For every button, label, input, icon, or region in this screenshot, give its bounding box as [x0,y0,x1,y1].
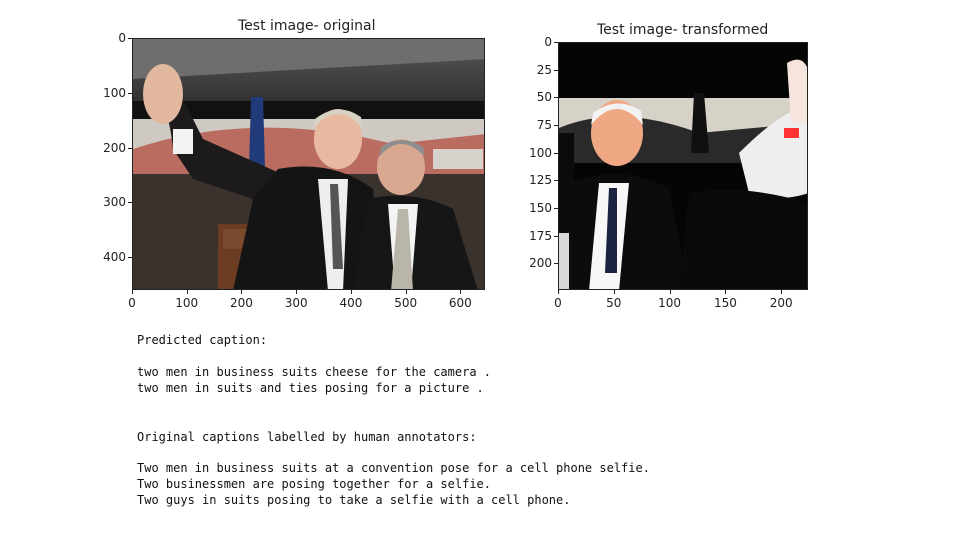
right-y-tick-label: 125 [529,173,552,188]
right-y-tick-label: 150 [529,201,552,216]
left-y-tick-label: 0 [118,31,126,45]
original-caption-line: Two men in business suits at a conventio… [137,461,650,475]
left-x-tick-mark [241,290,243,294]
left-y-tick-mark [128,257,132,259]
left-x-tick-label: 600 [448,296,472,310]
left-y-tick-mark [128,92,132,94]
right-x-tick-label: 200 [769,296,793,310]
right-y-tick-mark [554,97,558,99]
left-x-tick-mark [350,290,352,294]
right-x-tick-mark [725,290,727,294]
right-y-tick-label: 75 [536,118,552,133]
right-y-tick-label: 175 [529,228,552,243]
left-y-tick-label: 400 [103,250,126,265]
right-y-tick-label: 25 [536,62,552,77]
original-caption-line: Two businessmen are posing together for … [137,477,492,491]
left-x-tick-label: 200 [230,296,253,310]
right-x-tick-mark [781,290,783,294]
transformed-image-axes [558,42,808,290]
right-x-tick-mark [669,290,671,294]
left-x-tick-label: 0 [128,296,136,310]
predicted-caption-header: Predicted caption: [137,333,268,347]
right-y-tick-mark [554,263,558,265]
predicted-caption-line: two men in business suits cheese for the… [137,365,492,379]
original-captions-header: Original captions labelled by human anno… [137,430,477,444]
left-x-tick-mark [405,290,407,294]
right-y-tick-mark [554,152,558,154]
right-y-tick-label: 50 [536,90,552,105]
right-x-tick-label: 150 [713,296,737,310]
right-x-tick-label: 100 [658,296,682,310]
right-y-tick-mark [554,42,558,43]
left-y-tick-mark [128,38,132,39]
left-y-tick-label: 200 [103,140,126,155]
right-x-tick-mark [613,290,615,294]
right-y-tick-label: 100 [529,145,552,160]
original-caption-line: Two guys in suits posing to take a selfi… [137,493,571,507]
left-y-tick-mark [128,202,132,204]
right-y-tick-mark [554,180,558,182]
right-plot-title: Test image- transformed [597,22,769,38]
right-y-tick-mark [554,208,558,210]
left-x-tick-label: 300 [284,296,308,310]
left-x-tick-mark [296,290,298,294]
right-y-tick-label: 200 [529,256,552,271]
left-y-tick-mark [128,147,132,149]
left-x-tick-mark [132,290,133,294]
left-x-tick-label: 500 [394,296,418,310]
left-plot-title: Test image- original [238,18,376,34]
transformed-photo [559,43,807,289]
left-x-tick-label: 100 [175,296,199,310]
right-x-tick-label: 0 [554,296,562,310]
right-y-tick-label: 0 [544,35,552,49]
predicted-caption-line: two men in suits and ties posing for a p… [137,381,484,395]
right-x-tick-label: 50 [606,296,622,310]
original-image-axes [132,38,485,290]
original-photo [133,39,484,289]
right-y-tick-mark [554,125,558,127]
right-y-tick-mark [554,69,558,71]
right-y-tick-mark [554,235,558,237]
left-y-tick-label: 300 [103,195,126,210]
right-x-tick-mark [558,290,559,294]
left-x-tick-mark [460,290,462,294]
left-y-tick-label: 100 [103,85,126,100]
left-x-tick-label: 400 [339,296,363,310]
left-x-tick-mark [186,290,188,294]
